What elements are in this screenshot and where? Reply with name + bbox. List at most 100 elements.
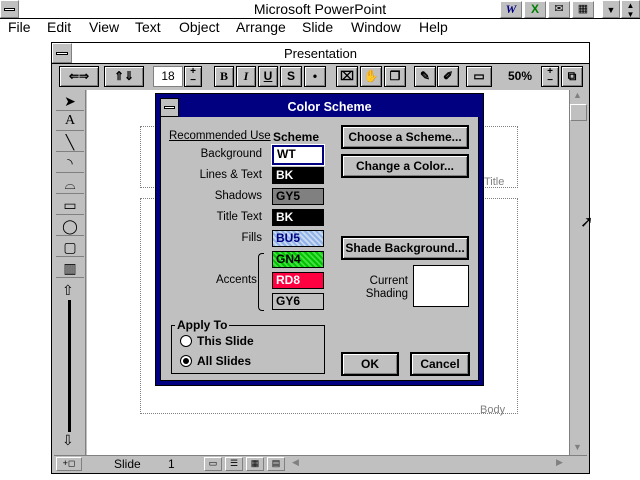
project-icon[interactable]: ▦ (572, 1, 594, 18)
underline-button[interactable]: U (258, 66, 278, 87)
font-size-field[interactable]: 18 (153, 66, 183, 87)
dialog-title-bar: Color Scheme (160, 98, 479, 117)
dialog-title: Color Scheme (287, 100, 372, 114)
menu-window[interactable]: Window (351, 19, 401, 35)
new-slide-icon[interactable]: +◻ (56, 457, 82, 471)
shadow-button[interactable]: S (280, 66, 302, 87)
change-color-button[interactable]: Change a Color... (342, 155, 468, 177)
cancel-button[interactable]: Cancel (411, 353, 469, 375)
minimize-button[interactable]: ▼ (602, 0, 620, 18)
scroll-thumb[interactable] (570, 104, 587, 121)
all-slides-radio[interactable] (180, 355, 192, 367)
row-label-background: Background (200, 148, 262, 160)
shadow-tool-icon[interactable]: ❐ (384, 66, 406, 87)
swatch-title-text[interactable]: BK (272, 209, 324, 226)
this-slide-radio[interactable] (180, 335, 192, 347)
menu-arrange[interactable]: Arrange (236, 19, 286, 35)
zoom-slider[interactable]: ⇧ ⇩ (58, 282, 82, 452)
slide-number: 1 (168, 457, 175, 471)
mouse-cursor-icon: ➚ (580, 214, 594, 231)
swatch-background[interactable]: WT (271, 144, 325, 166)
line-tool-icon[interactable]: ╲ (56, 132, 84, 152)
menu-slide[interactable]: Slide (302, 19, 333, 35)
slide-show-icon[interactable]: ▭ (466, 66, 492, 87)
menu-edit[interactable]: Edit (47, 19, 71, 35)
pick-up-style-icon[interactable]: ✎ (414, 66, 436, 87)
all-slides-label[interactable]: All Slides (197, 354, 251, 368)
horizontal-scrollbar[interactable] (304, 456, 556, 472)
menu-text[interactable]: Text (135, 19, 161, 35)
font-size-spinner[interactable]: + − (184, 66, 202, 87)
this-slide-label[interactable]: This Slide (197, 334, 254, 348)
menu-file[interactable]: File (8, 19, 31, 35)
accents-label: Accents (216, 274, 257, 286)
menu-help[interactable]: Help (419, 19, 448, 35)
text-tool-icon[interactable]: ⌧ (336, 66, 358, 87)
swatch-accent-1[interactable]: GN4 (272, 251, 324, 268)
app-title-bar: Microsoft PowerPoint W X ✉ ▦ ▼ ▲ ▼ (0, 0, 640, 19)
scroll-up-icon[interactable]: ▲ (573, 90, 582, 100)
row-label-title-text: Title Text (216, 211, 262, 223)
sorter-view-icon[interactable]: ▦ (246, 457, 264, 471)
recommended-use-header: Recommended Use (169, 130, 271, 142)
excel-icon[interactable]: X (524, 1, 546, 18)
swatch-fills[interactable]: BU5 (272, 230, 324, 247)
zoom-field[interactable]: 50% (500, 66, 540, 87)
apply-style-icon[interactable]: ✐ (437, 66, 459, 87)
outline-view-icon[interactable]: ☰ (225, 457, 243, 471)
choose-scheme-button[interactable]: Choose a Scheme... (342, 126, 468, 148)
freeform-tool-icon[interactable]: ⌓ (56, 174, 84, 194)
apply-to-label: Apply To (175, 318, 230, 332)
document-title: Presentation (284, 46, 357, 61)
slider-down-icon[interactable]: ⇩ (62, 432, 74, 449)
slider-up-icon[interactable]: ⇧ (62, 282, 74, 299)
text-tool-a-icon[interactable]: A (56, 111, 84, 131)
status-bar: +◻ Slide 1 ▭ ☰ ▦ ▤ ◀ ▶ (54, 455, 587, 472)
shape-tool-icon[interactable]: ▢ (56, 237, 84, 257)
dialog-system-menu-icon[interactable] (160, 98, 179, 117)
ellipse-tool-icon[interactable]: ◯ (56, 216, 84, 236)
swatch-shadows[interactable]: GY5 (272, 188, 324, 205)
move-up-down-button[interactable]: ⇑⇓ (104, 66, 144, 87)
fill-tool-icon[interactable]: ✋ (360, 66, 382, 87)
title-placeholder-label: Title (484, 176, 505, 188)
menubar: File Edit View Text Object Arrange Slide… (0, 19, 640, 39)
current-shading-label: Current Shading (365, 275, 408, 300)
body-placeholder-label: Body (480, 404, 506, 416)
word-icon[interactable]: W (500, 1, 522, 18)
ok-button[interactable]: OK (342, 353, 398, 375)
vertical-scrollbar[interactable]: ▲ ▼ (569, 90, 587, 455)
accents-bracket (258, 253, 264, 311)
menu-object[interactable]: Object (179, 19, 219, 35)
row-label-lines-text: Lines & Text (199, 169, 262, 181)
document-title-bar: Presentation (52, 43, 589, 64)
zoom-spinner[interactable]: + − (541, 66, 559, 87)
scroll-down-icon[interactable]: ▼ (573, 442, 582, 452)
restore-button[interactable]: ▲ ▼ (621, 0, 640, 19)
current-shading-preview (413, 265, 469, 307)
arc-tool-icon[interactable]: ◝ (56, 153, 84, 173)
promote-demote-button[interactable]: ⇐⇒ (59, 66, 99, 87)
shade-background-button[interactable]: Shade Background... (342, 237, 468, 259)
slide-label: Slide (114, 457, 141, 471)
app-tray: W X ✉ ▦ (500, 1, 596, 18)
slide-sorter-icon[interactable]: ⧉ (561, 66, 583, 87)
swatch-accent-3[interactable]: GY6 (272, 293, 324, 310)
notes-view-icon[interactable]: ▤ (267, 457, 285, 471)
graph-tool-icon[interactable]: ▥ (56, 258, 84, 278)
scheme-header: Scheme (273, 130, 320, 144)
bullet-button[interactable]: • (304, 66, 326, 87)
rectangle-tool-icon[interactable]: ▭ (56, 195, 84, 215)
scroll-right-icon[interactable]: ▶ (556, 457, 563, 468)
menu-view[interactable]: View (89, 19, 119, 35)
row-label-fills: Fills (241, 232, 262, 244)
bold-button[interactable]: B (214, 66, 234, 87)
slide-view-icon[interactable]: ▭ (204, 457, 222, 471)
row-label-shadows: Shadows (214, 190, 262, 202)
swatch-lines-text[interactable]: BK (272, 167, 324, 184)
italic-button[interactable]: I (236, 66, 256, 87)
scroll-left-icon[interactable]: ◀ (292, 457, 299, 468)
arrow-tool-icon[interactable]: ➤ (56, 91, 84, 111)
mail-icon[interactable]: ✉ (548, 1, 570, 18)
swatch-accent-2[interactable]: RD8 (272, 272, 324, 289)
